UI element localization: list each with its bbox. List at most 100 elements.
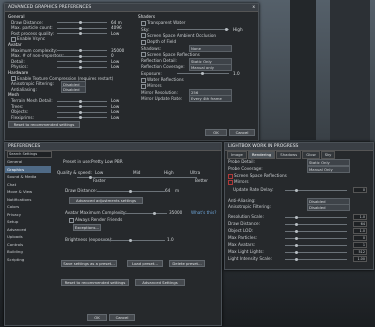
whats-this-link[interactable]: What's this? <box>191 210 217 215</box>
load-preset-button[interactable]: Load preset... <box>127 260 163 267</box>
avatar-complexity-slider[interactable] <box>117 212 167 215</box>
reset-recommended-button[interactable]: Reset to recommended settings <box>8 121 80 128</box>
checkbox-icon[interactable] <box>141 83 146 89</box>
delete-preset-button[interactable]: Delete preset... <box>169 260 205 267</box>
quality-slider-knob[interactable] <box>89 176 92 179</box>
setting-slider[interactable] <box>57 54 107 58</box>
save-preset-button[interactable]: Save settings as a preset... <box>61 260 117 267</box>
setting-value: Low <box>111 109 120 115</box>
setting-dropdown[interactable]: Manual only <box>189 63 232 71</box>
advanced-settings-button[interactable]: Advanced Settings <box>135 279 185 286</box>
checkbox-icon[interactable] <box>141 52 146 58</box>
ok-button[interactable]: OK <box>87 314 107 321</box>
slider-knob[interactable] <box>295 215 298 219</box>
slider-knob[interactable] <box>295 188 298 192</box>
slider-knob[interactable] <box>225 28 228 32</box>
slider-knob[interactable] <box>295 250 298 254</box>
setting-slider[interactable] <box>57 110 107 114</box>
checkbox-icon[interactable] <box>141 20 146 26</box>
sidebar-item-uploads[interactable]: Uploads <box>5 233 51 241</box>
setting-dropdown[interactable]: Disabled <box>307 203 350 211</box>
sidebar-item-move-view[interactable]: Move & View <box>5 188 51 196</box>
checkbox-icon[interactable] <box>141 77 146 83</box>
setting-slider[interactable] <box>285 215 347 219</box>
slider-knob[interactable] <box>79 65 82 69</box>
sidebar-item-chat[interactable]: Chat <box>5 181 51 189</box>
exceptions-button[interactable]: Exceptions... <box>73 224 101 231</box>
setting-dropdown[interactable]: Static Only <box>307 158 350 166</box>
always-render-friends[interactable]: Always Render Friends <box>69 217 122 223</box>
brightness-slider[interactable] <box>101 239 165 242</box>
slider-knob[interactable] <box>79 60 82 64</box>
setting-slider[interactable] <box>57 116 107 120</box>
setting-slider[interactable] <box>285 243 347 247</box>
setting-label: Reflection Coverage: <box>141 64 185 70</box>
tab-image[interactable]: Image <box>227 151 247 159</box>
slider-knob[interactable] <box>295 236 298 240</box>
setting-dropdown[interactable]: Disabled <box>61 86 86 94</box>
setting-slider[interactable] <box>57 26 107 30</box>
checkbox-icon[interactable] <box>141 33 146 39</box>
setting-dropdown[interactable]: Every 4th frame <box>189 95 232 103</box>
setting-dropdown[interactable]: Manual Only <box>307 165 350 173</box>
tab-rendering[interactable]: Rendering <box>247 151 276 159</box>
sidebar-item-advanced[interactable]: Advanced <box>5 226 51 234</box>
setting-slider[interactable] <box>177 28 229 32</box>
setting-slider[interactable] <box>285 257 347 261</box>
checkbox-icon[interactable] <box>69 217 74 223</box>
checkbox-icon[interactable] <box>228 179 233 185</box>
cancel-button[interactable]: Cancel <box>109 314 135 321</box>
setting-slider[interactable] <box>285 229 347 233</box>
sidebar-item-general[interactable]: General <box>5 158 51 166</box>
brightness-knob[interactable] <box>129 239 132 242</box>
slider-knob[interactable] <box>79 105 82 109</box>
slider-knob[interactable] <box>79 32 82 36</box>
slider-knob[interactable] <box>79 116 82 120</box>
slider-knob[interactable] <box>79 54 82 58</box>
setting-slider[interactable] <box>177 72 229 76</box>
setting-slider[interactable] <box>57 65 107 69</box>
close-icon[interactable]: x <box>252 4 255 11</box>
sidebar-item-graphics[interactable]: Graphics <box>5 165 51 173</box>
slider-knob[interactable] <box>201 72 204 76</box>
setting-slider[interactable] <box>57 99 107 103</box>
slider-knob[interactable] <box>295 257 298 261</box>
setting-slider[interactable] <box>57 60 107 64</box>
slider-knob[interactable] <box>79 21 82 25</box>
setting-slider[interactable] <box>57 105 107 109</box>
setting-slider[interactable] <box>285 188 347 192</box>
sidebar-item-privacy[interactable]: Privacy <box>5 211 51 219</box>
slider-knob[interactable] <box>295 222 298 226</box>
checkbox-icon[interactable] <box>141 39 146 45</box>
search-input[interactable]: Search Settings <box>7 151 52 158</box>
sidebar-item-controls[interactable]: Controls <box>5 241 51 249</box>
cancel-button[interactable]: Cancel <box>229 129 255 136</box>
setting-slider[interactable] <box>57 32 107 36</box>
advanced-adjustments-button[interactable]: Advanced adjustments settings <box>69 197 143 204</box>
slider-knob[interactable] <box>79 99 82 103</box>
sidebar-item-setup[interactable]: Setup <box>5 218 51 226</box>
sidebar-item-scripting[interactable]: Scripting <box>5 256 51 264</box>
draw-distance-slider[interactable] <box>97 190 165 193</box>
preferences-titlebar: PREFERENCES <box>5 143 221 151</box>
ok-button[interactable]: OK <box>205 129 227 136</box>
reset-recommended-button[interactable]: Reset to recommended settings <box>61 279 129 286</box>
avatar-complexity-knob[interactable] <box>153 212 156 215</box>
tab-shadows[interactable]: Shadows <box>276 151 302 159</box>
setting-slider[interactable] <box>57 21 107 25</box>
slider-knob[interactable] <box>79 49 82 53</box>
slider-knob[interactable] <box>295 229 298 233</box>
sidebar-item-colors[interactable]: Colors <box>5 203 51 211</box>
sidebar-item-building[interactable]: Building <box>5 248 51 256</box>
setting-slider[interactable] <box>285 222 347 226</box>
checkbox-icon[interactable] <box>228 173 233 179</box>
slider-knob[interactable] <box>295 243 298 247</box>
slider-knob[interactable] <box>79 110 82 114</box>
sidebar-item-sound-media[interactable]: Sound & Media <box>5 173 51 181</box>
sidebar-item-notifications[interactable]: Notifications <box>5 196 51 204</box>
setting-slider[interactable] <box>57 49 107 53</box>
setting-slider[interactable] <box>285 250 347 254</box>
setting-slider[interactable] <box>285 236 347 240</box>
draw-distance-knob[interactable] <box>129 190 132 193</box>
slider-knob[interactable] <box>79 26 82 30</box>
